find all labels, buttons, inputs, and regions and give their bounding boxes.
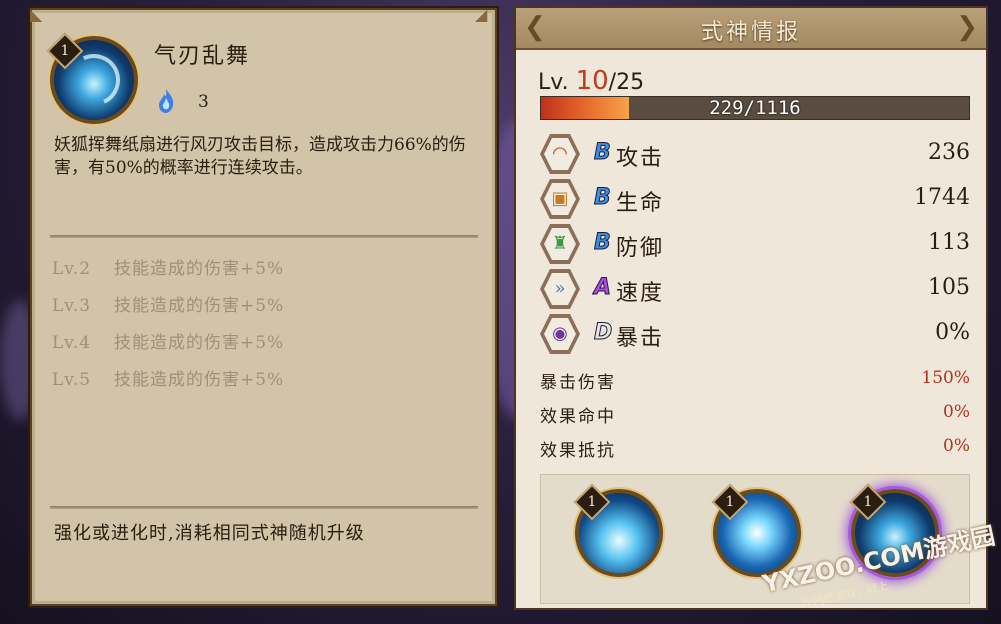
stat-value: 0% (943, 436, 970, 456)
divider (50, 235, 478, 238)
stat-row-defense: ♜ B 防御 113 (540, 222, 970, 266)
level-display: Lv. 10/25 (538, 66, 645, 96)
list-item: Lv.3 技能造成的伤害+5% (52, 296, 285, 316)
secondary-stat-effect-hit: 效果命中 0% (540, 402, 970, 427)
stat-name: 暴击 (616, 326, 665, 351)
panel-title: 式神情报 (700, 20, 801, 45)
blue-onibi-flame-icon (159, 89, 174, 113)
skill-description: 妖狐挥舞纸扇进行风刃攻击目标，造成攻击力66%的伤害，有50%的概率进行连续攻击… (54, 135, 466, 178)
corner-ornament-icon: ◣ (30, 5, 43, 24)
upgrade-hint: 强化或进化时,消耗相同式神随机升级 (54, 523, 365, 544)
stat-row-health: ▣ B 生命 1744 (540, 177, 970, 221)
max-level: /25 (608, 70, 645, 95)
health-scroll-icon: ▣ (540, 179, 580, 219)
stat-value: 1744 (914, 185, 970, 210)
exp-text: 229/1116 (709, 97, 801, 119)
skill-name: 气刃乱舞 (154, 44, 251, 69)
corner-ornament-icon: ❯ (956, 12, 978, 42)
site-watermark: YXZOO.COM游戏园 玩网络游戏，就上 (760, 521, 998, 611)
defense-armor-icon: ♜ (540, 224, 580, 264)
shikigami-info-panel: ❮ 式神情报 ❯ Lv. 10/25 229/1116 ◠ B 攻击 236 ▣… (514, 6, 988, 610)
panel-title-bar: ❮ 式神情报 ❯ (516, 8, 986, 50)
attack-fan-icon: ◠ (540, 134, 580, 174)
stat-name: 攻击 (616, 146, 665, 171)
stat-value: 105 (928, 275, 970, 300)
stat-grade: B (594, 140, 612, 166)
stat-value: 0% (935, 320, 970, 345)
current-level: 10 (575, 66, 609, 96)
stat-grade: D (593, 320, 613, 346)
list-item: Lv.2 技能造成的伤害+5% (52, 259, 285, 279)
skill-cost: 3 (198, 92, 209, 112)
secondary-stat-crit-damage: 暴击伤害 150% (540, 368, 970, 393)
stat-row-speed: » A 速度 105 (540, 267, 970, 311)
stat-name: 防御 (616, 236, 665, 261)
upgrade-list: Lv.2 技能造成的伤害+5% Lv.3 技能造成的伤害+5% Lv.4 技能造成的伤… (52, 254, 284, 402)
stat-value: 150% (921, 368, 970, 388)
stat-value: 113 (928, 230, 970, 255)
list-item: Lv.5 技能造成的伤害+5% (52, 370, 285, 390)
stat-name: 速度 (616, 281, 665, 306)
stat-value: 0% (943, 402, 970, 422)
stat-row-crit: ◉ D 暴击 0% (540, 312, 970, 356)
skill-detail-panel: ◣ ◢ 1 气刃乱舞 3 妖狐挥舞纸扇进行风刃攻击目标，造成攻击力66%的伤害，… (30, 5, 497, 606)
stat-grade: B (594, 230, 612, 256)
corner-ornament-icon: ◢ (475, 5, 488, 24)
secondary-stat-effect-resist: 效果抵抗 0% (540, 436, 970, 461)
stat-grade: B (594, 185, 612, 211)
exp-progress-bar: 229/1116 (540, 96, 970, 120)
divider (50, 506, 478, 509)
stat-name: 生命 (616, 191, 665, 216)
stat-grade: A (593, 275, 612, 301)
stat-row-attack: ◠ B 攻击 236 (540, 132, 970, 176)
stat-value: 236 (928, 140, 970, 165)
list-item: Lv.4 技能造成的伤害+5% (52, 333, 285, 353)
crit-card-icon: ◉ (540, 314, 580, 354)
speed-chevron-icon: » (540, 269, 580, 309)
